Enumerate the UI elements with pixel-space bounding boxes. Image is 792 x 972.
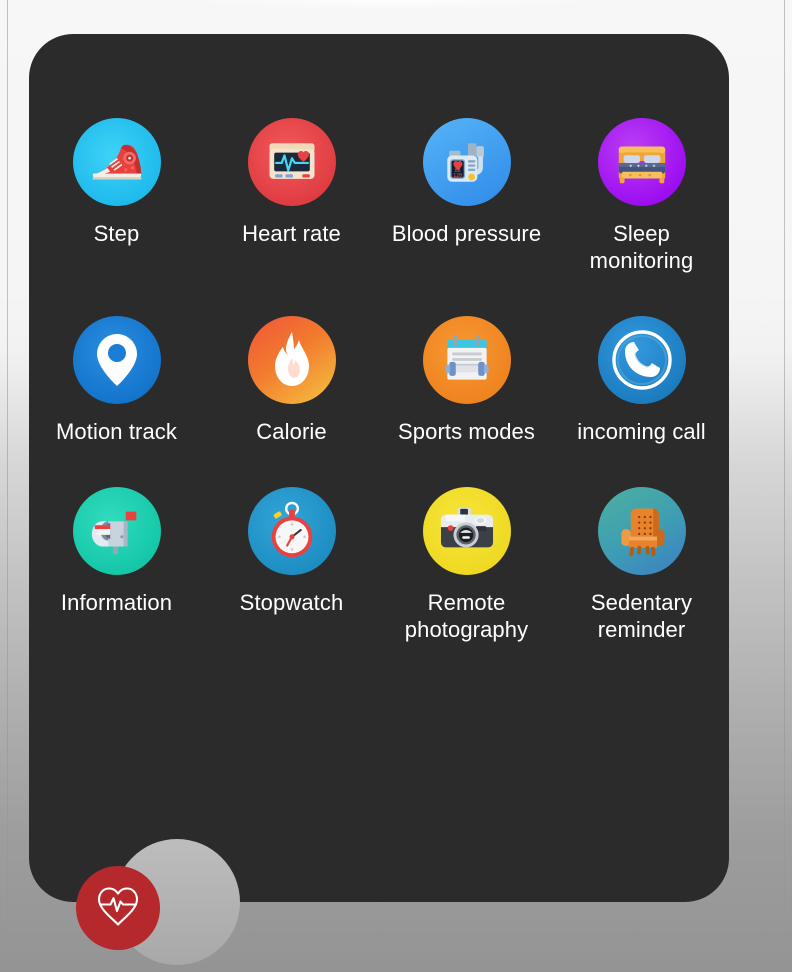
- sneaker-icon[interactable]: [72, 118, 161, 206]
- flame-icon[interactable]: [247, 316, 336, 404]
- app-grid: Step Heart rate 88 120 Blood pressure Sl…: [29, 118, 729, 643]
- app-tile-motion-track[interactable]: Motion track: [29, 316, 204, 445]
- app-tile-sedentary-reminder[interactable]: Sedentary reminder: [554, 487, 729, 643]
- app-label-blood-pressure: Blood pressure: [391, 221, 542, 246]
- app-label-calorie: Calorie: [256, 419, 327, 444]
- app-label-stopwatch: Stopwatch: [239, 590, 344, 615]
- app-label-motion-track: Motion track: [55, 419, 178, 444]
- app-label-incoming-call: incoming call: [577, 419, 706, 444]
- app-label-sports-modes: Sports modes: [398, 419, 535, 444]
- app-tile-sleep-monitoring[interactable]: Sleep monitoring: [554, 118, 729, 274]
- app-tile-stopwatch[interactable]: Stopwatch: [204, 487, 379, 643]
- svg-text:120: 120: [453, 173, 462, 179]
- right-edge-line: [784, 0, 785, 972]
- stopwatch-icon[interactable]: [247, 487, 336, 575]
- app-tile-incoming-call[interactable]: incoming call: [554, 316, 729, 445]
- camera-icon[interactable]: [422, 487, 511, 575]
- app-tile-step[interactable]: Step: [29, 118, 204, 274]
- dumbbell-list-icon[interactable]: [422, 316, 511, 404]
- app-tile-calorie[interactable]: Calorie: [204, 316, 379, 445]
- phone-handset-icon[interactable]: [597, 316, 686, 404]
- app-tile-heart-rate[interactable]: Heart rate: [204, 118, 379, 274]
- home-button[interactable]: [76, 866, 160, 950]
- app-label-heart-rate: Heart rate: [242, 221, 341, 246]
- watch-panel: Step Heart rate 88 120 Blood pressure Sl…: [29, 34, 729, 965]
- map-pin-icon[interactable]: [72, 316, 161, 404]
- app-label-sleep-monitoring: Sleep monitoring: [589, 221, 694, 273]
- app-tile-remote-photography[interactable]: Remote photography: [379, 487, 554, 643]
- bed-icon[interactable]: [597, 118, 686, 206]
- blood-pressure-icon[interactable]: 88 120: [422, 118, 511, 206]
- screen: Step Heart rate 88 120 Blood pressure Sl…: [0, 0, 792, 972]
- app-label-sedentary-reminder: Sedentary reminder: [590, 590, 693, 642]
- app-tile-blood-pressure[interactable]: 88 120 Blood pressure: [379, 118, 554, 274]
- heart-pulse-icon: [95, 885, 141, 932]
- ecg-monitor-icon[interactable]: [247, 118, 336, 206]
- armchair-icon[interactable]: [597, 487, 686, 575]
- app-label-information: Information: [60, 590, 173, 615]
- left-edge-line: [7, 0, 8, 972]
- app-tile-information[interactable]: Information: [29, 487, 204, 643]
- app-label-remote-photography: Remote photography: [404, 590, 529, 642]
- app-tile-sports-modes[interactable]: Sports modes: [379, 316, 554, 445]
- mailbox-icon[interactable]: [72, 487, 161, 575]
- app-label-step: Step: [93, 221, 140, 246]
- top-sheen: [180, 0, 600, 10]
